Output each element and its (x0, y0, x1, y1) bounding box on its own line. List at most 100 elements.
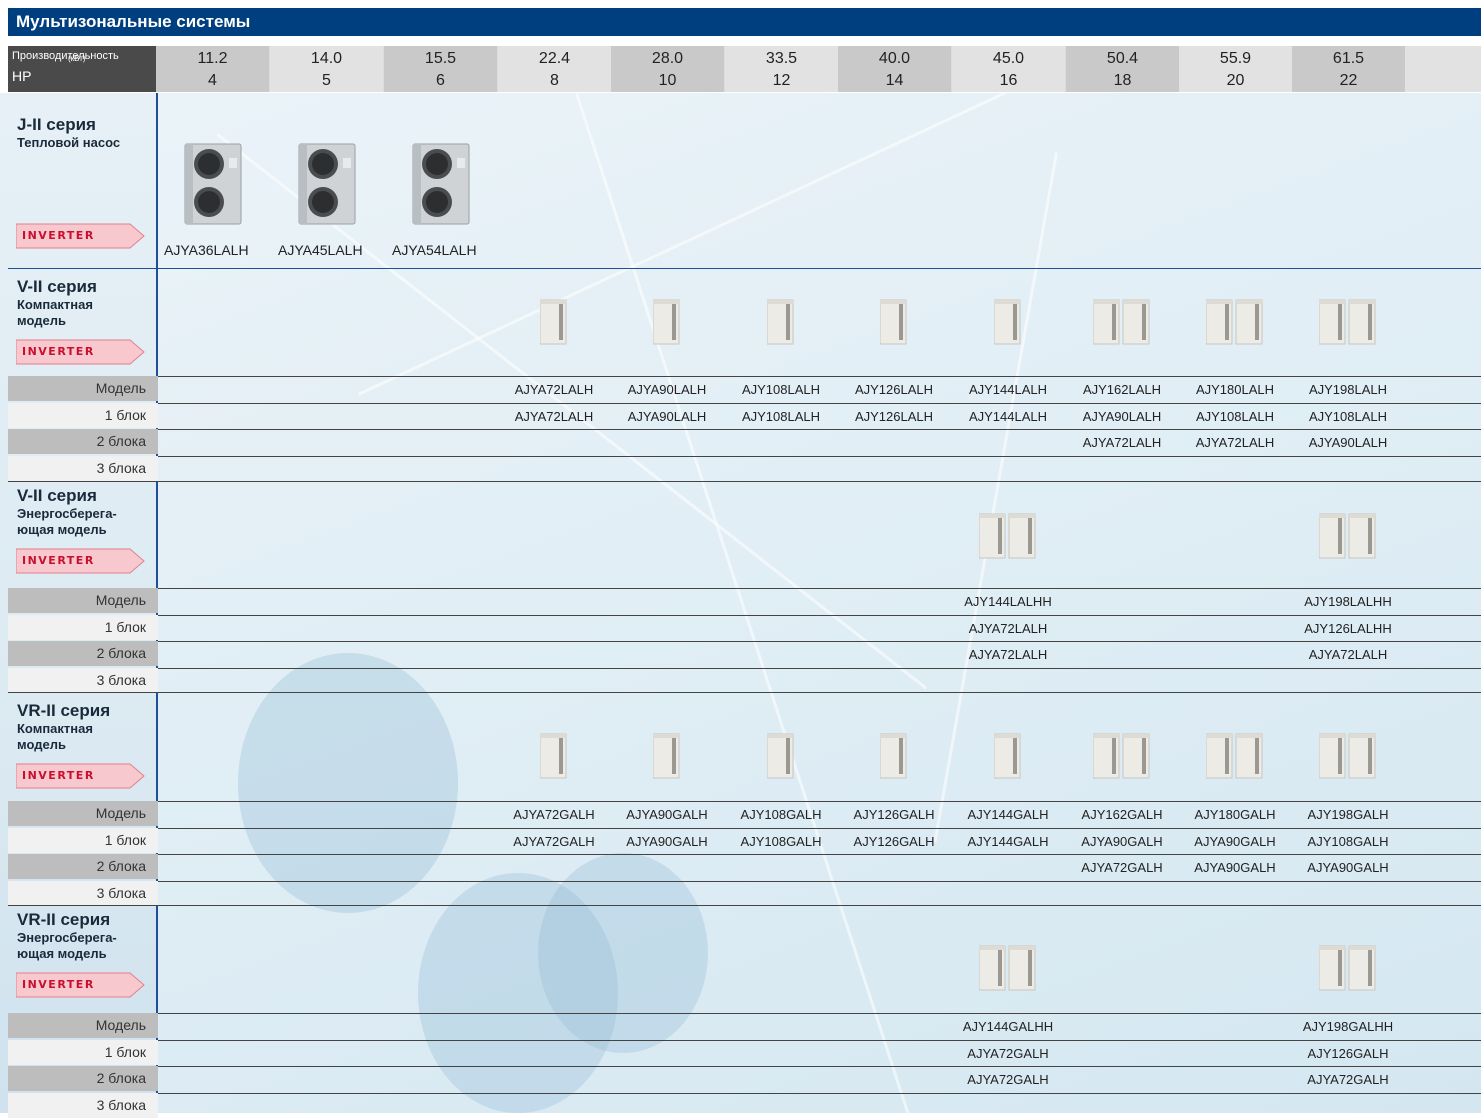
row-line (158, 1092, 1481, 1094)
unit-model-label: AJYA45LALH (278, 242, 363, 258)
vrf-unit-image (1092, 298, 1151, 346)
series-name: V-II серия (17, 277, 97, 296)
inverter-text: INVERTER (22, 229, 95, 242)
table-cell: AJY198LALHH (1304, 594, 1392, 609)
capacity-value: 33.5 (765, 50, 798, 67)
table-cell: AJY198LALH (1308, 382, 1388, 397)
row-label-block1: 1 блок (8, 1039, 158, 1065)
table-cell: AJY144LALH (968, 382, 1048, 397)
inverter-badge: INVERTER (15, 338, 146, 366)
row-label-model: Модель (8, 801, 158, 826)
table-cell: AJYA72GALH (1307, 1072, 1389, 1087)
hp-value: 20 (1226, 72, 1245, 89)
vrf-unit-image (652, 732, 681, 780)
table-cell: AJYA72LALH (968, 647, 1048, 662)
table-cell: AJYA72LALH (514, 408, 594, 424)
table-cell: AJY144LALH (968, 408, 1048, 424)
section-divider (8, 268, 1481, 269)
capacity-value: 22.4 (538, 50, 571, 67)
table-cell: AJYA72LALH (514, 382, 594, 397)
series-title: V-II серия Компактная модель (17, 277, 97, 329)
row-line (158, 1066, 1481, 1067)
vrf-unit-image (652, 298, 681, 346)
series-name: J-II серия (17, 115, 96, 134)
vrf-unit-image (1092, 732, 1151, 780)
series-sub1: Компактная (17, 721, 93, 736)
vrf-unit-image (1205, 298, 1264, 346)
outdoor-unit-image (407, 140, 473, 226)
hp-value: 22 (1339, 72, 1358, 89)
hp-value: 16 (999, 72, 1018, 89)
inverter-badge: INVERTER (15, 971, 146, 999)
table-cell: AJY198GALH (1307, 807, 1389, 822)
table-cell: AJY180LALH (1195, 382, 1275, 397)
hp-label: HP (8, 66, 158, 92)
vrf-unit-image (766, 298, 795, 346)
vrf-unit-image (539, 298, 568, 346)
table-cell: AJYA90GALH (626, 833, 708, 849)
capacity-label: Производительность (кВт) (8, 46, 158, 66)
table-cell: AJYA72LALH (968, 620, 1048, 636)
table-cell: AJYA90LALH (1308, 435, 1388, 450)
capacity-value: 11.2 (197, 50, 228, 67)
table-cell: AJYA90GALH (1307, 860, 1389, 875)
table-cell: AJYA72GALH (967, 1072, 1049, 1087)
inverter-badge: INVERTER (15, 762, 146, 790)
row-line (158, 880, 1481, 882)
table-cell: AJY144GALHH (962, 1019, 1054, 1034)
vrf-unit-image (993, 298, 1022, 346)
row-label-block3: 3 блока (8, 455, 158, 481)
unit-model-label: AJYA36LALH (164, 242, 249, 258)
table-cell: AJYA90LALH (627, 408, 707, 424)
table-cell: AJY108GALH (1307, 833, 1389, 849)
table-cell: AJY126GALH (853, 833, 935, 849)
table-cell: AJY162GALH (1081, 807, 1163, 822)
series-sub1: Компактная (17, 297, 93, 312)
row-line (158, 429, 1481, 430)
row-line (158, 854, 1481, 855)
row-line (158, 402, 1481, 404)
row-label-model: Модель (8, 376, 158, 401)
capacity-value: 45.0 (992, 50, 1025, 67)
row-line (158, 1013, 1481, 1014)
series-sub2: ющая модель (17, 946, 107, 961)
row-label-block1: 1 блок (8, 614, 158, 640)
section-divider (8, 905, 1481, 906)
capacity-value: 55.9 (1219, 50, 1252, 67)
series-name: VR-II серия (17, 910, 111, 929)
row-line (158, 455, 1481, 457)
hp-value: 10 (658, 72, 677, 89)
vrf-unit-image (766, 732, 795, 780)
table-cell: AJY144GALH (967, 807, 1049, 822)
row-label-block2: 2 блока (8, 1066, 158, 1091)
vrf-unit-image (1318, 944, 1377, 992)
inverter-text: INVERTER (22, 554, 95, 567)
table-cell: AJYA90LALH (627, 382, 707, 397)
table-cell: AJYA72LALH (1195, 435, 1275, 450)
hp-value: 4 (208, 72, 217, 89)
vrf-unit-image (1205, 732, 1264, 780)
table-cell: AJYA72LALH (1308, 647, 1388, 662)
table-cell: AJY126GALH (1307, 1045, 1389, 1061)
row-line (158, 641, 1481, 642)
inverter-badge: INVERTER (15, 222, 146, 250)
vrf-unit-image (978, 944, 1037, 992)
vrf-unit-image (879, 732, 908, 780)
table-cell: AJYA90GALH (1194, 860, 1276, 875)
series-sub1: Энергосберега- (17, 506, 117, 521)
table-cell: AJYA90GALH (1194, 833, 1276, 849)
table-cell: AJY108GALH (740, 807, 822, 822)
table-cell: AJY144GALH (967, 833, 1049, 849)
row-label-block3: 3 блока (8, 667, 158, 693)
row-label-block1: 1 блок (8, 402, 158, 428)
table-cell: AJY108LALH (1195, 408, 1275, 424)
hp-value: 5 (322, 72, 331, 89)
inverter-text: INVERTER (22, 769, 95, 782)
row-line (158, 1039, 1481, 1041)
section-divider (8, 481, 1481, 482)
series-sub1: Тепловой насос (17, 135, 121, 150)
table-cell: AJY126GALH (853, 807, 935, 822)
table-cell: AJY108LALH (741, 408, 821, 424)
unit-model-label: AJYA54LALH (392, 242, 477, 258)
row-label-block3: 3 блока (8, 880, 158, 906)
